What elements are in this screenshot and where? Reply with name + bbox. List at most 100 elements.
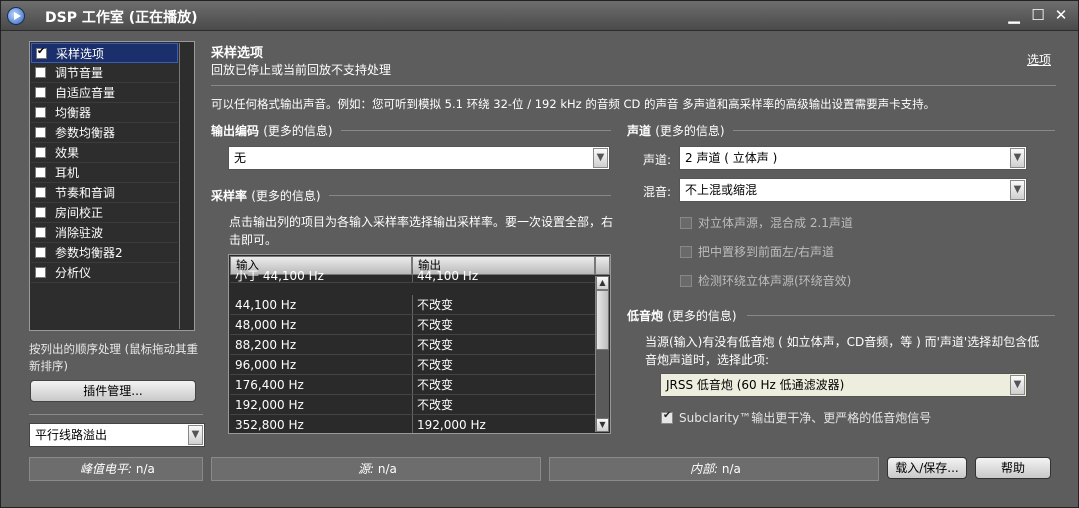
output-rate-cell[interactable]: 不改变 [417,355,453,375]
close-icon[interactable]: ✕ [1052,6,1070,24]
plugin-item[interactable]: 调节音量 [31,63,178,83]
option-subclarity[interactable]: Subclarity™输出更干净、更严格的低音炮信号 [661,409,931,426]
maximize-icon[interactable]: ☐ [1029,6,1047,24]
divider [211,85,1056,86]
plugin-item[interactable]: 房间校正 [31,203,178,223]
plugin-item[interactable]: 消除驻波 [31,223,178,243]
chevron-down-icon[interactable]: ▼ [1010,180,1025,200]
input-rate-cell: 352,800 Hz [235,418,304,432]
column-divider [412,375,413,394]
mix-select[interactable]: 不上混或缩混 ▼ [679,178,1027,202]
channels-select[interactable]: 2 声道 ( 立体声 ) ▼ [679,146,1027,170]
lfe-value: JRSS 低音炮 (60 Hz 低通滤波器) [666,378,845,392]
table-row[interactable]: 192,000 Hz 不改变 [230,395,595,415]
input-rate-cell: 44,100 Hz [235,298,297,312]
output-rate-cell[interactable]: 44,100 Hz [417,269,478,283]
sample-rate-desc: 点击输出列的项目为各输入采样率选择输出采样率。要一次设置全部，右击即可。 [229,215,614,247]
column-divider [412,269,413,282]
checkbox[interactable] [35,207,46,218]
plugin-item-label: 参数均衡器2 [55,246,123,260]
chevron-down-icon[interactable]: ▼ [593,148,608,168]
plugin-item[interactable]: 耳机 [31,163,178,183]
plugin-item[interactable]: 参数均衡器2 [31,243,178,263]
table-row[interactable]: 352,800 Hz 192,000 Hz [230,415,595,433]
checkbox[interactable] [680,274,692,287]
checkbox[interactable] [35,127,46,138]
checkbox[interactable] [35,147,46,158]
input-rate-cell: 小于 44,100 Hz [235,269,324,283]
table-row[interactable]: 88,200 Hz 不改变 [230,335,595,355]
options-link[interactable]: 选项 [1027,51,1051,68]
plugin-item-label: 耳机 [55,166,80,180]
plugin-item-label: 参数均衡器 [55,126,116,140]
table-row[interactable]: 96,000 Hz 不改变 [230,355,595,375]
plugin-item[interactable]: 参数均衡器 [31,123,178,143]
source-status: 源: n/a [211,457,541,481]
more-info-link[interactable]: (更多的信息) [263,124,332,138]
output-rate-cell[interactable]: 不改变 [417,375,453,395]
output-rate-cell[interactable]: 不改变 [417,295,453,315]
app-play-icon[interactable] [7,7,25,25]
checkbox[interactable] [35,107,46,118]
output-encoding-title: 输出编码 (更多的信息) [211,124,333,138]
chevron-down-icon[interactable]: ▼ [188,425,203,445]
plugin-item-label: 均衡器 [55,106,92,120]
plugin-manager-button[interactable]: 插件管理... [30,380,196,402]
checkbox[interactable] [35,67,46,78]
output-encoding-select[interactable]: 无 ▼ [228,146,610,170]
more-info-link[interactable]: (更多的信息) [667,309,736,323]
channels-value: 2 声道 ( 立体声 ) [685,151,778,165]
plugin-item-label: 消除驻波 [55,226,104,240]
table-row[interactable]: 小于 44,100 Hz 44,100 Hz [230,269,595,283]
plugin-item[interactable]: 节奏和音调 [31,183,178,203]
option-detect-surround[interactable]: 检测环绕立体声源(环绕音效) [680,272,851,289]
more-info-link[interactable]: (更多的信息) [655,124,724,138]
lfe-desc: 当源(输入)有没有低音炮 ( 如立体声，CD音频，等 ) 而'声道'选择却包含低… [645,335,1040,367]
load-save-button[interactable]: 载入/保存... [887,457,967,479]
checkbox[interactable] [680,216,692,229]
plugin-list[interactable]: 采样选项调节音量自适应音量均衡器参数均衡器效果耳机节奏和音调房间校正消除驻波参数… [29,41,195,331]
output-rate-cell[interactable]: 不改变 [417,315,453,335]
checkbox-checked[interactable] [661,410,673,424]
checkbox-checked[interactable] [36,46,47,59]
scroll-thumb[interactable] [596,290,609,350]
plugin-item[interactable]: 效果 [31,143,178,163]
checkbox[interactable] [35,247,46,258]
checkbox[interactable] [35,187,46,198]
minimize-icon[interactable]: ▁ [1005,6,1023,24]
title-bar[interactable]: DSP 工作室 (正在播放) ▁ ☐ ✕ [1,1,1078,31]
checkbox[interactable] [35,227,46,238]
checkbox[interactable] [35,167,46,178]
chevron-down-icon[interactable]: ▼ [1010,375,1025,395]
scroll-up-icon[interactable]: ▲ [596,276,609,290]
input-rate-cell: 192,000 Hz [235,398,304,412]
option-stereo-21[interactable]: 对立体声源，混合成 2.1声道 [680,214,853,231]
output-rate-cell[interactable]: 192,000 Hz [417,415,486,433]
table-row[interactable]: 48,000 Hz 不改变 [230,315,595,335]
more-info-link[interactable]: (更多的信息) [251,189,320,203]
plugin-item[interactable]: 分析仪 [31,263,178,283]
table-row[interactable]: 44,100 Hz 不改变 [230,295,595,315]
column-divider [412,415,413,433]
plugin-item[interactable]: 自适应音量 [31,83,178,103]
output-rate-cell[interactable]: 不改变 [417,335,453,355]
checkbox[interactable] [680,245,692,258]
option-center-to-front[interactable]: 把中置移到前面左/右声道 [680,243,834,260]
lfe-select[interactable]: JRSS 低音炮 (60 Hz 低通滤波器) ▼ [660,373,1027,397]
checkbox[interactable] [35,87,46,98]
plugin-item-label: 自适应音量 [55,86,116,100]
plugin-list-scrollbar[interactable] [179,43,193,329]
sample-rate-table[interactable]: 输入 输出 小于 44,100 Hz 44,100 Hz 44,100 Hz 不改变 4… [228,254,611,434]
divider [329,195,611,196]
scroll-down-icon[interactable]: ▼ [596,418,609,432]
table-row[interactable]: 176,400 Hz 不改变 [230,375,595,395]
help-button[interactable]: 帮助 [975,457,1051,479]
chevron-down-icon[interactable]: ▼ [1010,148,1025,168]
table-scrollbar[interactable]: ▲ ▼ [595,276,609,432]
clip-mode-select[interactable]: 平行线路溢出 ▼ [29,423,205,447]
output-rate-cell[interactable]: 不改变 [417,395,453,415]
checkbox[interactable] [35,267,46,278]
mix-value: 不上混或缩混 [685,183,758,197]
plugin-item[interactable]: 采样选项 [31,43,178,63]
plugin-item[interactable]: 均衡器 [31,103,178,123]
